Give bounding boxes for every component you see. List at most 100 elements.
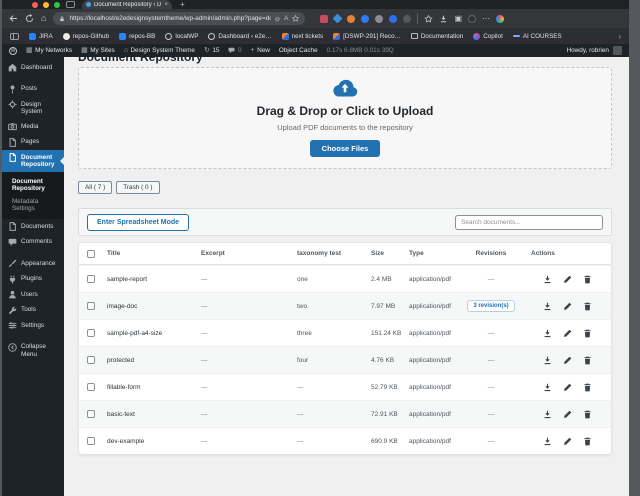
delete-button[interactable] (583, 437, 592, 446)
copilot-icon[interactable] (496, 14, 504, 23)
sidebar-item-appearance[interactable]: Appearance (2, 256, 64, 272)
pen-extension-icon[interactable] (361, 14, 370, 23)
sidebar-item-plugins[interactable]: Plugins (2, 272, 64, 288)
edit-button[interactable] (563, 410, 572, 419)
bookmark-dashboard[interactable]: Dashboard ‹ e2e… (208, 32, 272, 40)
bookmark-copilot[interactable]: Copilot (473, 32, 503, 40)
submenu-item-metadata-settings[interactable]: Metadata Settings (2, 195, 64, 215)
choose-files-button[interactable]: Choose Files (309, 140, 381, 157)
sidebar-item-tools[interactable]: Tools (2, 303, 64, 319)
sidebar-toggle-icon[interactable] (66, 1, 75, 8)
select-all-checkbox[interactable] (87, 249, 95, 258)
my-networks-menu[interactable]: ▦ My Networks (26, 47, 72, 54)
traffic-light-minimize[interactable] (43, 2, 49, 8)
updates-menu[interactable]: ↻ 15 (204, 47, 219, 54)
globe-extension-icon[interactable] (403, 14, 412, 23)
edit-button[interactable] (563, 437, 572, 446)
sidebar-item-collapse-menu[interactable]: Collapse Menu (2, 340, 64, 362)
delete-button[interactable] (583, 383, 592, 392)
downloads-icon[interactable] (439, 15, 448, 23)
new-tab-button[interactable]: + (180, 0, 185, 9)
bookmark-star-icon[interactable] (292, 15, 299, 22)
wp-logo[interactable]: W (9, 46, 17, 55)
sidebar-item-pages[interactable]: Pages (2, 135, 64, 151)
row-checkbox[interactable] (87, 329, 95, 337)
bookmark-next-tickets[interactable]: next tickets (281, 32, 323, 40)
delete-button[interactable] (583, 275, 592, 284)
delete-button[interactable] (583, 410, 592, 419)
download-button[interactable] (543, 329, 552, 338)
filter-all[interactable]: All ( 7 ) (78, 181, 113, 194)
orange-extension-icon[interactable] (347, 14, 356, 23)
edit-button[interactable] (563, 302, 572, 311)
edit-button[interactable] (563, 275, 572, 284)
back-icon[interactable] (9, 14, 18, 23)
sidebar-item-dashboard[interactable]: Dashboard (2, 60, 64, 76)
edit-button[interactable] (563, 356, 572, 365)
sidebar-item-posts[interactable]: Posts (2, 82, 64, 98)
account-menu[interactable]: Howdy, robrien (566, 47, 609, 54)
sidebar-item-media[interactable]: Media (2, 119, 64, 135)
site-name-menu[interactable]: ⌂ Design System Theme (124, 47, 195, 54)
new-content-menu[interactable]: + New (251, 47, 270, 54)
filter-trash[interactable]: Trash ( 0 ) (116, 181, 160, 194)
submenu-item-document-repository[interactable]: Document Repository (2, 175, 64, 195)
download-button[interactable] (543, 383, 552, 392)
spreadsheet-mode-button[interactable]: Enter Spreadsheet Mode (87, 213, 190, 231)
bookmark-repos-bb[interactable]: repos-BB (119, 32, 155, 40)
row-checkbox[interactable] (87, 275, 95, 283)
profile-avatar[interactable] (468, 14, 476, 23)
diamond-extension-icon[interactable] (332, 13, 343, 24)
comments-menu[interactable]: 0 (228, 47, 242, 54)
bookmark-localwp[interactable]: localWP (165, 32, 198, 40)
chevron-right-icon[interactable]: › (618, 32, 621, 41)
object-cache-menu[interactable]: Object Cache (279, 47, 318, 54)
zoom-out-icon[interactable]: ⊖ (275, 15, 280, 23)
bookmark-jira[interactable]: JIRA (29, 32, 53, 40)
download-button[interactable] (543, 302, 552, 311)
revisions-badge[interactable]: 3 revision(s) (467, 300, 515, 312)
tab-close-icon[interactable]: × (164, 2, 168, 8)
my-sites-menu[interactable]: ▦ My Sites (81, 47, 115, 54)
delete-button[interactable] (583, 302, 592, 311)
edit-button[interactable] (563, 383, 572, 392)
password-manager-extension-icon[interactable] (320, 14, 329, 23)
bookmark-repos-github[interactable]: repos-Github (62, 32, 109, 40)
browser-tab[interactable]: Document Repository ‹ Desig… × (82, 0, 172, 9)
gray-extension-icon[interactable] (375, 14, 384, 23)
bookmark-ai-courses[interactable]: AI COURSES (512, 33, 562, 40)
sidebar-item-document-repository[interactable]: Document Repository (2, 150, 64, 172)
delete-button[interactable] (583, 329, 592, 338)
sidebar-item-users[interactable]: Users (2, 287, 64, 303)
bookmark-documentation[interactable]: Documentation (410, 33, 463, 40)
user-avatar[interactable] (613, 46, 622, 55)
upload-dropzone[interactable]: Drag & Drop or Click to Upload Upload PD… (78, 67, 612, 169)
reload-icon[interactable] (25, 14, 34, 23)
row-checkbox[interactable] (87, 356, 95, 364)
row-checkbox[interactable] (87, 410, 95, 418)
traffic-light-close[interactable] (32, 2, 38, 8)
traffic-light-maximize[interactable] (54, 2, 60, 8)
address-bar[interactable]: https://localhost/e2edesignsystemtheme/w… (53, 12, 306, 25)
home-icon[interactable]: ⌂ (41, 14, 46, 23)
download-button[interactable] (543, 437, 552, 446)
download-button[interactable] (543, 275, 552, 284)
bookmarks-sidebar-icon[interactable] (10, 32, 19, 40)
more-menu-icon[interactable]: ⋯ (482, 14, 490, 23)
row-checkbox[interactable] (87, 302, 95, 310)
row-checkbox[interactable] (87, 383, 95, 391)
screenshot-icon[interactable]: ▣ (454, 14, 462, 23)
download-button[interactable] (543, 410, 552, 419)
sidebar-item-documents[interactable]: Documents (2, 219, 64, 235)
reader-mode-icon[interactable]: A (284, 15, 288, 22)
blue-extension-icon[interactable] (389, 14, 398, 23)
favorites-icon[interactable] (424, 15, 433, 23)
sidebar-item-design-system[interactable]: Design System (2, 97, 64, 119)
delete-button[interactable] (583, 356, 592, 365)
edit-button[interactable] (563, 329, 572, 338)
sidebar-item-settings[interactable]: Settings (2, 318, 64, 334)
download-button[interactable] (543, 356, 552, 365)
search-input[interactable] (455, 214, 603, 230)
bookmark-dswp-291[interactable]: [DSWP-291] Reco… (333, 32, 401, 40)
sidebar-item-comments[interactable]: Comments (2, 235, 64, 251)
